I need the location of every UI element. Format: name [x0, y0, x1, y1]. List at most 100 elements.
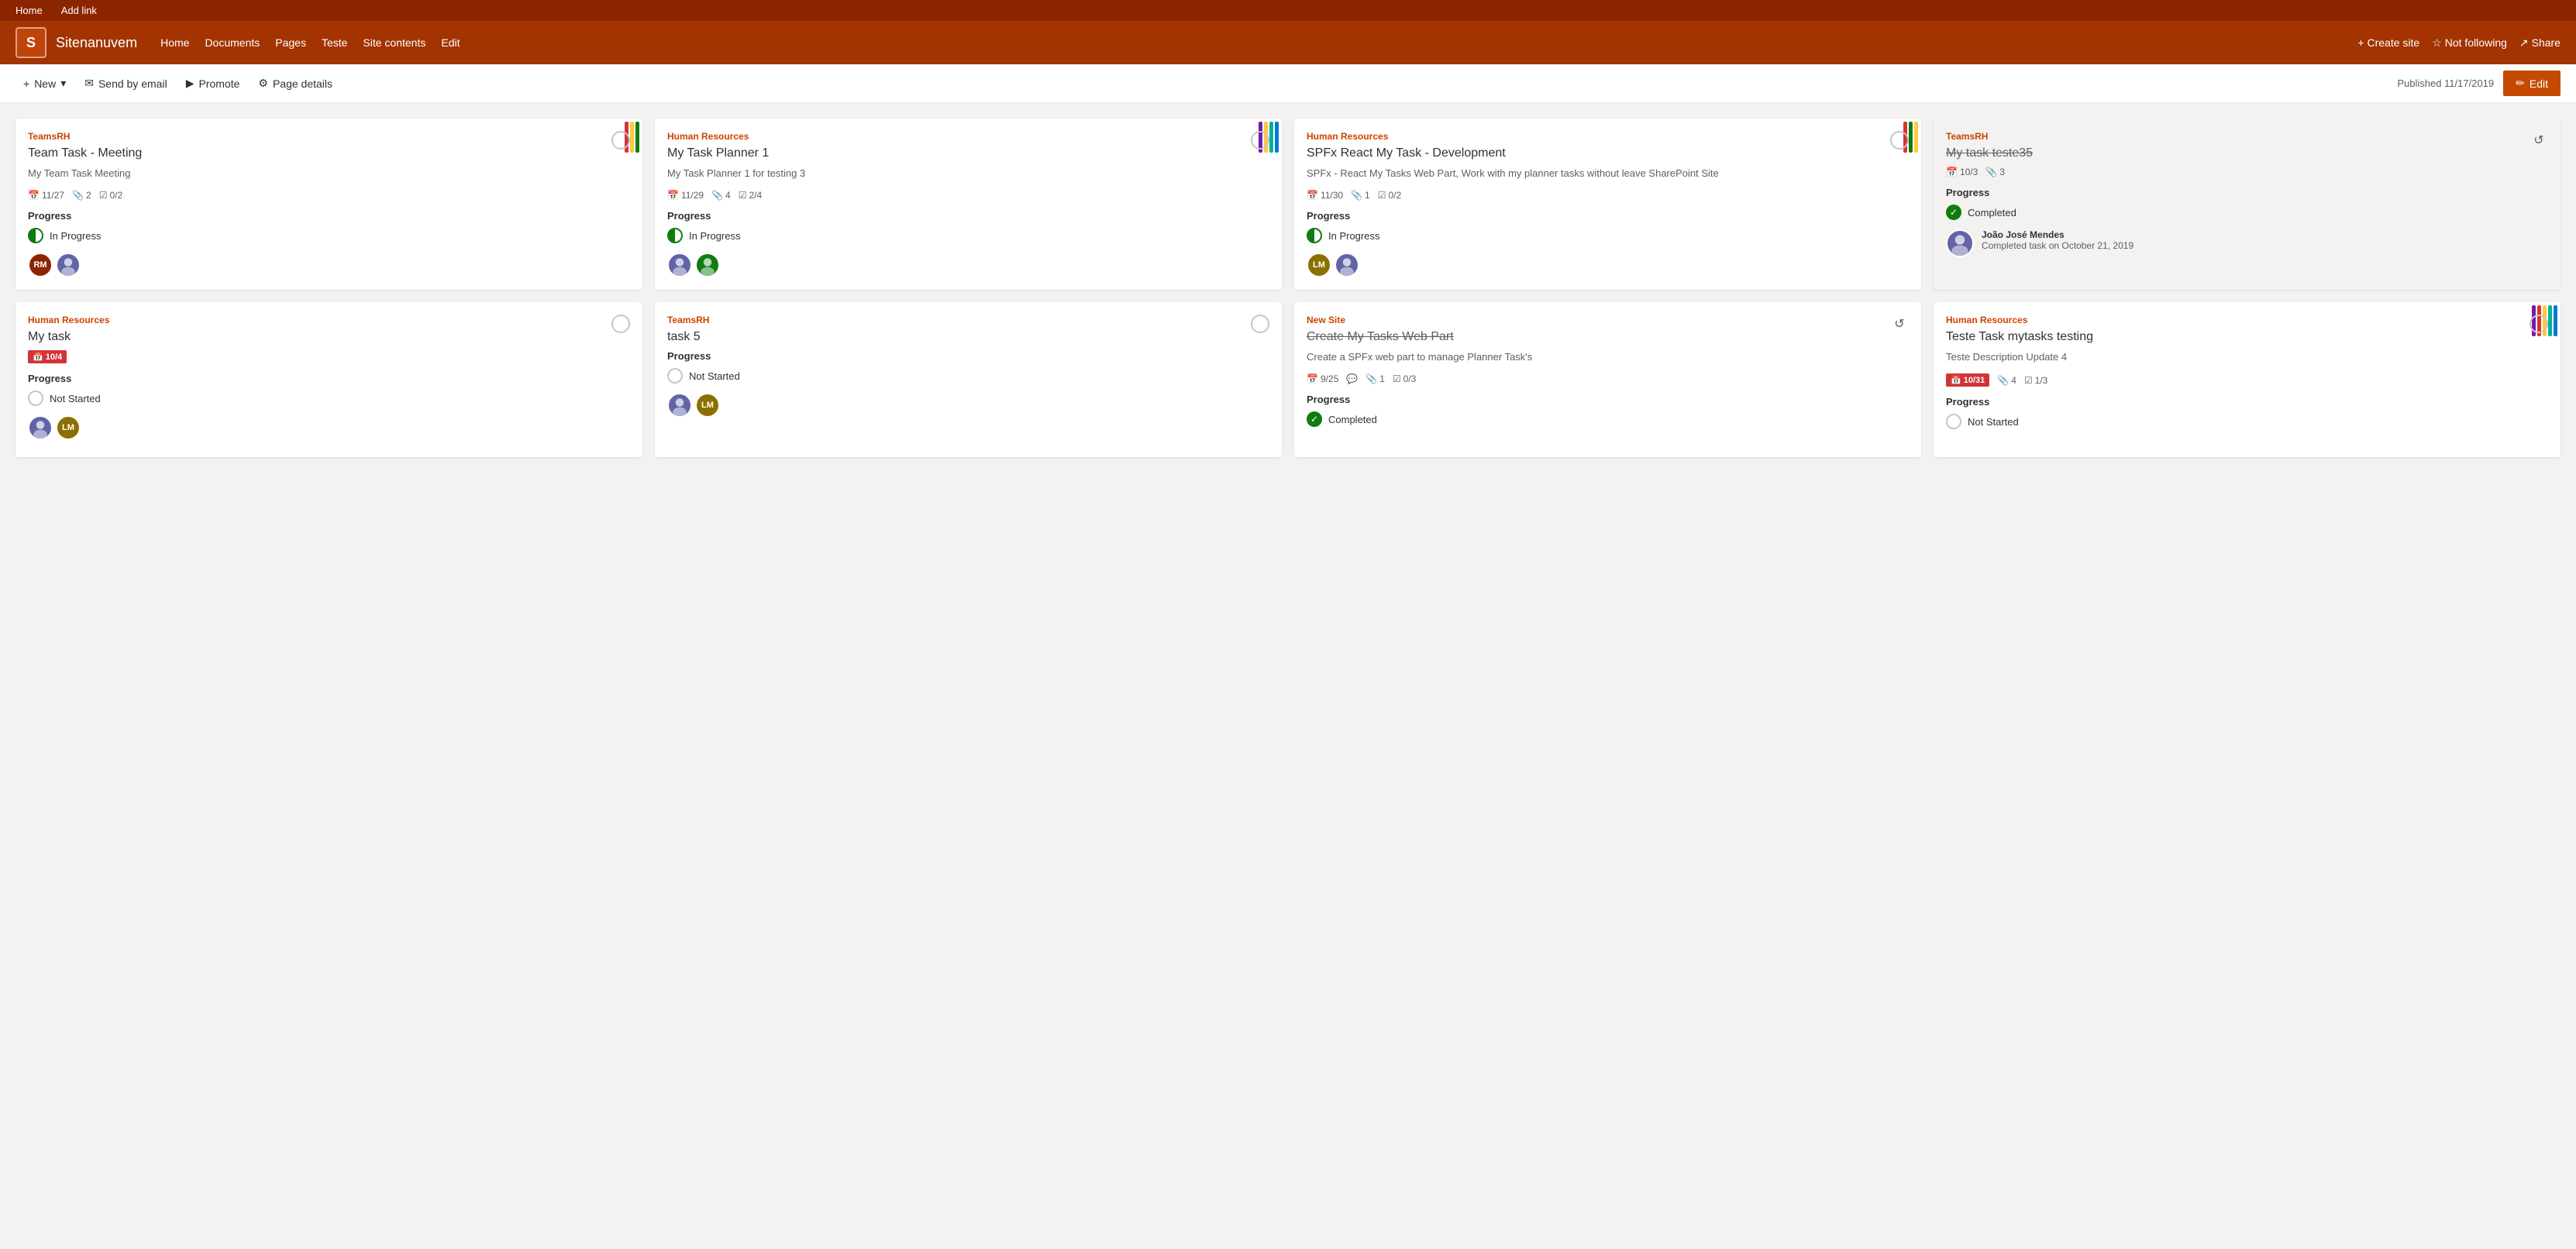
complete-button[interactable]	[1890, 131, 1909, 150]
calendar-icon: 📅	[33, 352, 43, 362]
task-card-card8[interactable]: Human Resources Teste Task mytasks testi…	[1934, 302, 2561, 457]
card-meta: 📅10/3 📎3	[1946, 167, 2548, 177]
card-description: Teste Description Update 4	[1946, 350, 2548, 364]
checks-meta: ☑1/3	[2024, 375, 2047, 386]
status-icon: ✓	[1946, 205, 1961, 220]
card-meta: 📅10/31📎4☑1/3	[1946, 373, 2548, 387]
progress-label: Progress	[1307, 394, 1909, 405]
status-icon	[28, 391, 43, 406]
send-by-email-button[interactable]: ✉ Send by email	[77, 72, 174, 95]
progress-status: In Progress	[1307, 228, 1909, 243]
date-badge: 📅10/31	[1946, 373, 1989, 387]
card-title: My Task Planner 1	[667, 146, 1269, 160]
task-card-card6[interactable]: TeamsRH task 5 Progress Not Started LM	[655, 302, 1282, 457]
clips-meta: 📎2	[72, 190, 91, 201]
page-details-button[interactable]: ⚙ Page details	[250, 72, 340, 95]
task-card-card3[interactable]: Human Resources SPFx React My Task - Dev…	[1294, 119, 1921, 290]
checks-meta: ☑0/2	[1378, 190, 1401, 201]
share-btn[interactable]: ↗ Share	[2519, 36, 2561, 50]
card-group[interactable]: Human Resources	[1946, 315, 2548, 325]
completed-user-name: João José Mendes	[1982, 229, 2133, 240]
card-group[interactable]: Human Resources	[28, 315, 630, 325]
card-group[interactable]: Human Resources	[667, 131, 1269, 142]
card-description: My Team Task Meeting	[28, 167, 630, 181]
not-following-btn[interactable]: ☆ Not following	[2432, 36, 2507, 50]
progress-label: Progress	[667, 210, 1269, 222]
progress-label: Progress	[667, 350, 1269, 362]
progress-status: Not Started	[1946, 414, 2548, 429]
progress-text: Not Started	[50, 393, 101, 404]
progress-text: Completed	[1328, 414, 1377, 425]
refresh-button[interactable]: ↺	[1890, 315, 1909, 333]
calendar-icon: 📅	[1307, 190, 1318, 201]
avatars: LM	[28, 415, 630, 440]
complete-button[interactable]	[611, 315, 630, 333]
card-title: SPFx React My Task - Development	[1307, 146, 1909, 160]
status-icon	[28, 228, 43, 243]
card-group[interactable]: TeamsRH	[28, 131, 630, 142]
status-icon	[667, 228, 683, 243]
clips-meta: 📎3	[1985, 167, 2005, 177]
edit-button[interactable]: ✏ Edit	[2503, 71, 2561, 96]
published-label: Published 11/17/2019	[2397, 77, 2494, 89]
date-meta: 📅11/30	[1307, 190, 1343, 201]
card-group[interactable]: Human Resources	[1307, 131, 1909, 142]
clip-icon: 📎	[711, 190, 723, 201]
task-card-card2[interactable]: Human Resources My Task Planner 1 My Tas…	[655, 119, 1282, 290]
nav-teste[interactable]: Teste	[322, 36, 347, 49]
card-group[interactable]: TeamsRH	[1946, 131, 2548, 142]
avatar: LM	[1307, 253, 1331, 277]
card-group[interactable]: New Site	[1307, 315, 1909, 325]
complete-button[interactable]	[1251, 315, 1269, 333]
nav-home[interactable]: Home	[160, 36, 189, 49]
progress-text: In Progress	[1328, 230, 1379, 242]
card-meta: 📅11/29📎4☑2/4	[667, 190, 1269, 201]
date-badge: 📅10/4	[28, 350, 67, 363]
nav-documents[interactable]: Documents	[205, 36, 260, 49]
promote-button[interactable]: ▶ Promote	[178, 72, 248, 95]
progress-text: Completed	[1968, 207, 2016, 218]
complete-button[interactable]	[1251, 131, 1269, 150]
top-nav-addlink[interactable]: Add link	[61, 5, 97, 16]
nav-pages[interactable]: Pages	[275, 36, 306, 49]
top-navigation: Home Add link	[0, 0, 2576, 21]
card-description: My Task Planner 1 for testing 3	[667, 167, 1269, 181]
clip-icon: 📎	[1351, 190, 1362, 201]
progress-text: Not Started	[1968, 416, 2019, 428]
site-header-right: + Create site ☆ Not following ↗ Share	[2357, 36, 2561, 50]
card-title: My task teste35	[1946, 146, 2548, 160]
refresh-button[interactable]: ↺	[2530, 131, 2548, 150]
task-card-card1[interactable]: TeamsRH Team Task - Meeting My Team Task…	[15, 119, 642, 290]
progress-label: Progress	[1946, 187, 2548, 198]
card-description: SPFx - React My Tasks Web Part, Work wit…	[1307, 167, 1909, 181]
clip-icon: 📎	[1997, 375, 2009, 386]
card-title: Create My Tasks Web Part	[1307, 330, 1909, 344]
complete-button[interactable]	[2530, 315, 2548, 333]
progress-status: Not Started	[28, 391, 630, 406]
nav-site-contents[interactable]: Site contents	[363, 36, 425, 49]
progress-label: Progress	[1946, 396, 2548, 408]
toolbar-right: Published 11/17/2019 ✏ Edit	[2397, 71, 2561, 96]
chat-icon: 💬	[1346, 373, 1358, 384]
card-group[interactable]: TeamsRH	[667, 315, 1269, 325]
task-card-card7[interactable]: ↺ New Site Create My Tasks Web Part Crea…	[1294, 302, 1921, 457]
task-card-card4[interactable]: ↺ TeamsRH My task teste35 📅10/3 📎3 Progre…	[1934, 119, 2561, 290]
progress-label: Progress	[28, 373, 630, 384]
card-description: Create a SPFx web part to manage Planner…	[1307, 350, 1909, 364]
site-logo[interactable]: S	[15, 27, 46, 58]
checklist-icon: ☑	[99, 190, 108, 201]
top-nav-home[interactable]: Home	[15, 5, 43, 16]
date-meta: 📅9/25	[1307, 373, 1338, 384]
status-icon	[667, 368, 683, 384]
nav-edit[interactable]: Edit	[441, 36, 460, 49]
new-button[interactable]: + New ▾	[15, 72, 74, 95]
share-icon: ↗	[2519, 36, 2529, 50]
date-meta: 📅10/3	[1946, 167, 1978, 177]
user-avatar	[1946, 229, 1974, 257]
task-card-card5[interactable]: Human Resources My task 📅10/4 Progress N…	[15, 302, 642, 457]
progress-status: ✓ Completed	[1946, 205, 2548, 220]
site-name: Sitenanuvem	[56, 35, 137, 51]
card-meta: 📅11/27📎2☑0/2	[28, 190, 630, 201]
create-site-btn[interactable]: + Create site	[2357, 36, 2419, 49]
complete-button[interactable]	[611, 131, 630, 150]
